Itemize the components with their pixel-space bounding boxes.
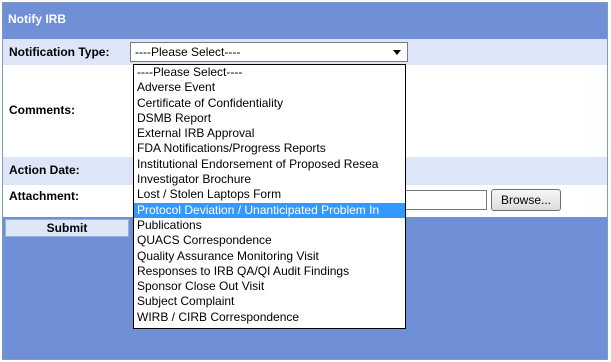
- dropdown-option[interactable]: Publications: [134, 218, 405, 233]
- dropdown-option[interactable]: Quality Assurance Monitoring Visit: [134, 249, 405, 264]
- dropdown-option[interactable]: QUACS Correspondence: [134, 233, 405, 248]
- notification-type-label: Notification Type:: [9, 45, 110, 59]
- submit-button[interactable]: Submit: [5, 219, 129, 237]
- notification-type-select[interactable]: ----Please Select----: [130, 42, 408, 62]
- notification-type-value: ----Please Select----: [135, 45, 241, 59]
- dropdown-option[interactable]: Institutional Endorsement of Proposed Re…: [134, 157, 405, 172]
- dropdown-option[interactable]: Certificate of Confidentiality: [134, 96, 405, 111]
- comments-label: Comments:: [9, 103, 76, 117]
- browse-button[interactable]: Browse...: [491, 189, 561, 211]
- attachment-file-input[interactable]: [403, 190, 487, 210]
- chevron-down-icon[interactable]: [393, 50, 401, 55]
- dropdown-option-highlighted[interactable]: Protocol Deviation / Unanticipated Probl…: [134, 202, 405, 218]
- action-date-label: Action Date:: [9, 163, 80, 177]
- notify-irb-panel: Notify IRB Notification Type: ----Please…: [2, 2, 608, 360]
- attachment-label: Attachment:: [9, 189, 80, 203]
- notification-type-dropdown-list: ----Please Select---- Adverse Event Cert…: [133, 64, 406, 329]
- dropdown-option[interactable]: Lost / Stolen Laptops Form: [134, 187, 405, 202]
- dropdown-option[interactable]: Responses to IRB QA/QI Audit Findings: [134, 264, 405, 279]
- dropdown-option[interactable]: Subject Complaint: [134, 294, 405, 309]
- comments-textarea[interactable]: [408, 65, 607, 157]
- panel-title: Notify IRB: [3, 3, 607, 35]
- dropdown-option[interactable]: DSMB Report: [134, 111, 405, 126]
- notification-type-row: Notification Type: ----Please Select----: [3, 39, 607, 65]
- dropdown-option[interactable]: Sponsor Close Out Visit: [134, 279, 405, 294]
- dropdown-option[interactable]: External IRB Approval: [134, 126, 405, 141]
- dropdown-option[interactable]: FDA Notifications/Progress Reports: [134, 141, 405, 156]
- dropdown-option[interactable]: WIRB / CIRB Correspondence: [134, 310, 405, 325]
- dropdown-option[interactable]: Investigator Brochure: [134, 172, 405, 187]
- dropdown-option[interactable]: Adverse Event: [134, 80, 405, 95]
- dropdown-option[interactable]: ----Please Select----: [134, 65, 405, 80]
